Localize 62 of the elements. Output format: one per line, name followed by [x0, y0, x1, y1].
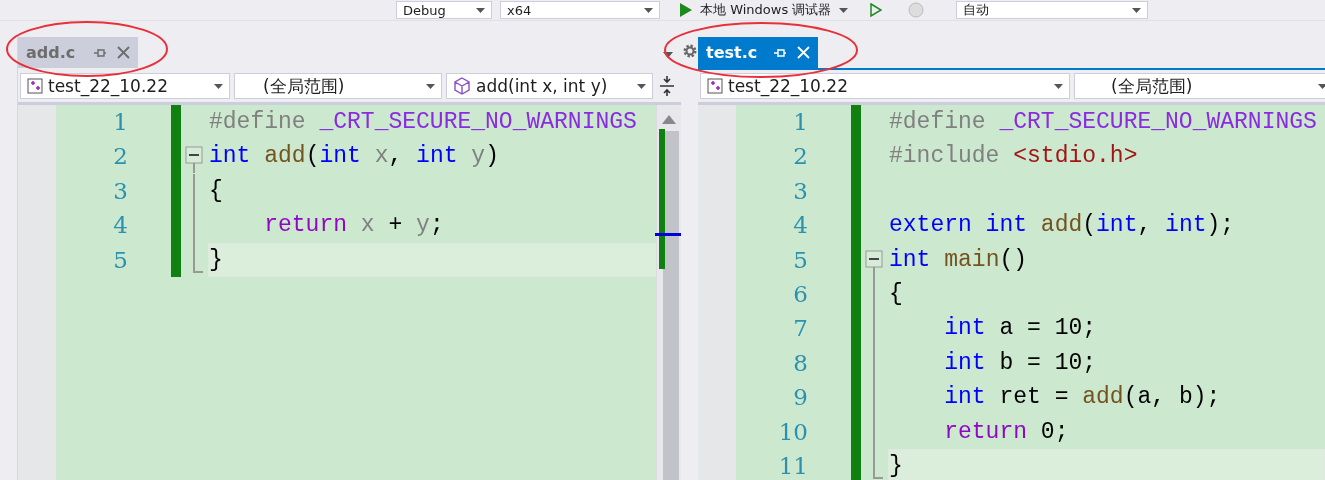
- code-line: #include <stdio.h>: [889, 143, 1138, 170]
- mode-dropdown[interactable]: 自动: [956, 1, 1149, 19]
- scope-dropdown[interactable]: (全局范围): [234, 73, 442, 99]
- code-line: int a = 10;: [943, 315, 1097, 342]
- code-line: int b = 10;: [943, 349, 1097, 376]
- code-line: extern int add(int, int);: [889, 212, 1235, 239]
- caret-marker: [655, 233, 681, 236]
- line-number: 1: [112, 108, 128, 137]
- scope-dropdown[interactable]: (全局范围): [1074, 73, 1325, 99]
- line-number: 1: [792, 108, 808, 137]
- play-icon[interactable]: [680, 3, 692, 17]
- code-line: #define _CRT_SECURE_NO_WARNINGS: [889, 109, 1317, 135]
- line-number: 11: [777, 451, 808, 480]
- project-icon: [27, 78, 43, 94]
- project-dropdown[interactable]: test_22_10.22: [20, 73, 230, 99]
- caret-icon: [476, 7, 485, 13]
- code-line: return x + y;: [263, 212, 444, 239]
- line-number: 10: [777, 417, 808, 447]
- configuration-dropdown[interactable]: Debug: [396, 1, 492, 19]
- line-number: 5: [112, 245, 128, 275]
- line-number: 4: [792, 211, 808, 241]
- code-line: int ret = add(a, b);: [943, 384, 1221, 411]
- line-number: 3: [112, 176, 128, 206]
- pin-icon[interactable]: [93, 46, 107, 59]
- line-number: 2: [792, 142, 808, 172]
- platform-dropdown[interactable]: x64: [500, 1, 660, 19]
- scroll-up-icon[interactable]: [662, 115, 676, 124]
- close-icon[interactable]: [117, 46, 130, 59]
- member-dropdown[interactable]: add(int x, int y): [446, 73, 653, 99]
- scrollbar-thumb[interactable]: [663, 131, 679, 480]
- caret-icon: [637, 83, 646, 89]
- line-number: 7: [792, 314, 808, 344]
- line-number: 4: [112, 211, 128, 241]
- code-line: }: [209, 246, 223, 273]
- play-outline-icon[interactable]: [870, 3, 883, 17]
- code-line: }: [889, 452, 903, 479]
- caret-icon: [1318, 83, 1325, 89]
- line-number: 9: [792, 383, 808, 413]
- caret-icon: [1054, 83, 1063, 89]
- line-number: 8: [792, 348, 808, 378]
- settings-icon[interactable]: [681, 43, 698, 59]
- code-line: {: [209, 177, 223, 204]
- code-line: int main(): [889, 246, 1028, 273]
- code-line: {: [889, 280, 903, 307]
- code-line: int add(int x, int y): [209, 143, 499, 170]
- caret-icon: [426, 83, 435, 89]
- caret-icon: [644, 7, 653, 13]
- project-dropdown[interactable]: test_22_10.22: [700, 73, 1070, 99]
- split-icon[interactable]: [657, 74, 677, 98]
- caret-icon: [839, 7, 849, 13]
- caret-icon: [214, 83, 223, 89]
- dropdown-icon[interactable]: [663, 52, 673, 58]
- line-number: 3: [792, 176, 808, 206]
- line-number: 5: [792, 245, 808, 275]
- cube-icon: [453, 77, 471, 95]
- code-line: return 0;: [943, 418, 1069, 445]
- line-number: 2: [112, 142, 128, 172]
- caret-icon: [1132, 7, 1142, 13]
- code-line: #define _CRT_SECURE_NO_WARNINGS: [209, 109, 637, 135]
- line-number: 6: [792, 279, 808, 309]
- project-icon: [707, 78, 723, 94]
- run-button[interactable]: 本地 Windows 调试器: [700, 1, 832, 19]
